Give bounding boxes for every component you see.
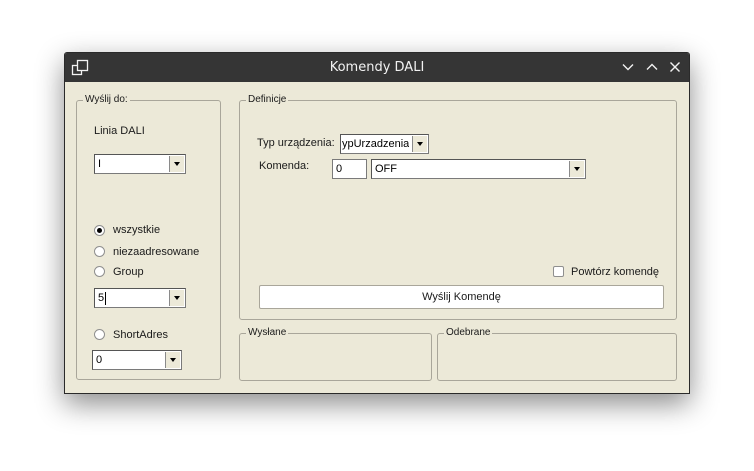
radio-group[interactable] [94, 266, 105, 277]
send-command-button[interactable]: Wyślij Komendę [259, 285, 664, 309]
short-address-value: 0 [96, 354, 103, 366]
radio-all[interactable] [94, 225, 105, 236]
chevron-up-icon[interactable] [644, 59, 660, 75]
chevron-down-icon[interactable] [165, 352, 180, 368]
send-to-label: Wyślij do: [83, 94, 130, 106]
radio-short-address-label: ShortAdres [113, 329, 169, 341]
title-bar[interactable]: Komendy DALI [65, 53, 689, 82]
dali-line-combo[interactable]: I [94, 154, 186, 174]
chevron-down-icon[interactable] [169, 156, 184, 172]
command-label: Komenda: [259, 160, 310, 172]
repeat-command-checkbox[interactable] [553, 266, 564, 277]
radio-unaddressed[interactable] [94, 246, 105, 257]
chevron-down-icon[interactable] [620, 59, 636, 75]
command-combo[interactable]: OFF [371, 159, 586, 179]
group-number-combo[interactable]: 5 [94, 288, 186, 308]
sent-label: Wysłane [246, 327, 289, 339]
chevron-down-icon[interactable] [169, 290, 184, 306]
chevron-down-icon[interactable] [569, 161, 584, 177]
dialog-window: Komendy DALI Wyślij do: Linia DALI I wsz… [64, 52, 690, 394]
received-label: Odebrane [444, 327, 493, 339]
window-title: Komendy DALI [329, 60, 425, 75]
command-number-value: 0 [336, 163, 343, 175]
dali-line-value: I [98, 158, 102, 170]
radio-group-label: Group [113, 266, 144, 278]
device-type-label: Typ urządzenia: [257, 137, 335, 149]
radio-short-address[interactable] [94, 329, 105, 340]
command-number-input[interactable]: 0 [332, 159, 367, 179]
device-type-value: ypUrzadzenia [342, 138, 410, 150]
sent-group: Wysłane [239, 327, 432, 381]
group-number-value: 5 [98, 292, 105, 304]
dali-line-label: Linia DALI [94, 125, 145, 137]
close-icon[interactable] [667, 59, 683, 75]
received-group: Odebrane [437, 327, 677, 381]
text-cursor [105, 292, 106, 305]
command-value: OFF [375, 163, 397, 175]
short-address-combo[interactable]: 0 [92, 350, 182, 370]
chevron-down-icon[interactable] [412, 136, 427, 152]
device-type-combo[interactable]: ypUrzadzenia [340, 134, 429, 154]
repeat-command-label: Powtórz komendę [571, 266, 660, 278]
radio-all-label: wszystkie [113, 224, 161, 236]
definitions-label: Definicje [246, 94, 289, 106]
radio-unaddressed-label: niezaadresowane [113, 246, 200, 258]
